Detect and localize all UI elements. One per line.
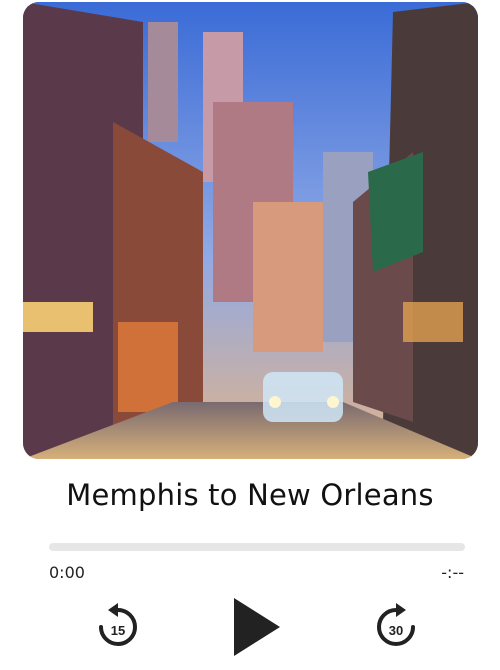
elapsed-time: 0:00 xyxy=(49,563,85,582)
skip-forward-seconds: 30 xyxy=(389,623,403,638)
street-scene-image xyxy=(23,2,478,459)
skip-forward-button[interactable]: 30 xyxy=(372,600,420,652)
progress-slider[interactable] xyxy=(49,543,465,551)
skip-back-seconds: 15 xyxy=(111,623,125,638)
episode-title: Memphis to New Orleans xyxy=(66,478,434,512)
rewind-15-icon: 15 xyxy=(99,603,137,646)
album-artwork xyxy=(23,2,478,459)
remaining-time: -:-- xyxy=(441,563,464,582)
forward-30-icon: 30 xyxy=(377,603,415,646)
skip-back-button[interactable]: 15 xyxy=(94,600,142,652)
play-button[interactable] xyxy=(230,596,282,658)
play-icon xyxy=(234,598,280,656)
